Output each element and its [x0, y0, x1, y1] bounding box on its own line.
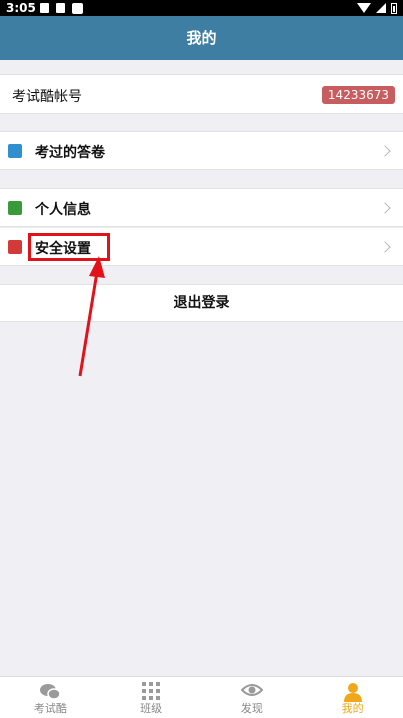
tab-kaoshiku[interactable]: 考试酷: [0, 677, 101, 718]
grid-icon: [142, 682, 161, 700]
tab-class[interactable]: 班级: [101, 677, 202, 718]
tab-label: 我的: [341, 702, 364, 715]
chat-bubbles-icon: [40, 684, 62, 700]
annotation-arrow: [78, 256, 105, 377]
tab-discover[interactable]: 发现: [202, 677, 303, 718]
tab-label: 发现: [240, 702, 263, 715]
tab-label: 考试酷: [33, 702, 67, 715]
tab-label: 班级: [140, 702, 163, 715]
person-icon: [343, 683, 362, 702]
tab-mine[interactable]: 我的: [302, 677, 403, 718]
tab-bar: 考试酷 班级 发现 我的: [0, 676, 403, 718]
eye-icon: [240, 684, 263, 696]
